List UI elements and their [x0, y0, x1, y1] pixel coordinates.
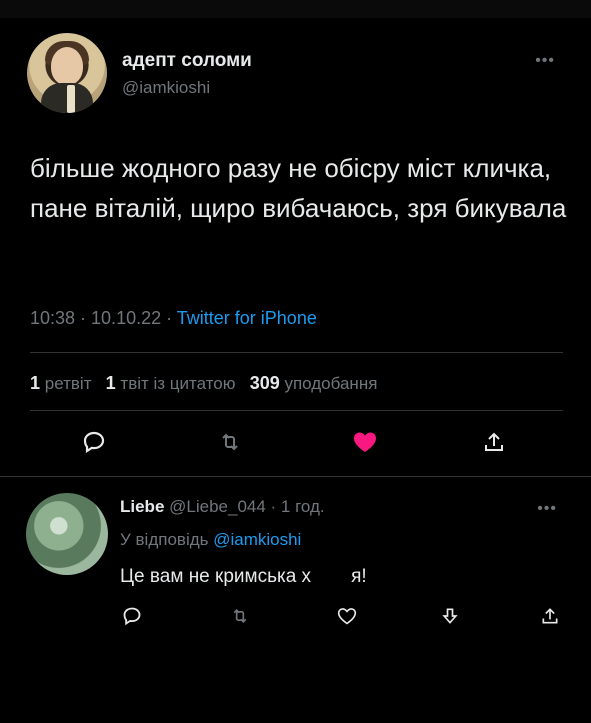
reply-to-line: У відповідь @iamkioshi [120, 530, 302, 549]
tweet-stats: 1 ретвіт 1 твіт із цитатою 309 уподобанн… [30, 373, 377, 394]
reply-mention-link[interactable]: @iamkioshi [213, 530, 301, 549]
more-icon[interactable]: ••• [537, 500, 557, 518]
tweet-meta: 10:38 · 10.10.22 · Twitter for iPhone [30, 308, 317, 329]
likes-stat[interactable]: 309 уподобання [250, 373, 378, 393]
retweets-stat[interactable]: 1 ретвіт [30, 373, 91, 393]
author-avatar[interactable] [27, 33, 107, 113]
reply-handle-time: @Liebe_044 · 1 год. [169, 497, 325, 516]
author-display-name[interactable]: адепт соломи [122, 50, 252, 72]
reply-author-avatar[interactable] [26, 493, 108, 575]
downvote-icon[interactable] [440, 606, 460, 626]
divider [30, 352, 563, 353]
divider [30, 410, 563, 411]
retweet-icon[interactable] [230, 606, 250, 626]
reply-icon[interactable] [122, 606, 142, 626]
redacted-blank [311, 567, 352, 586]
retweet-icon[interactable] [218, 430, 242, 454]
share-icon[interactable] [540, 606, 560, 626]
reply-icon[interactable] [82, 430, 106, 454]
heart-icon[interactable] [352, 430, 376, 454]
share-icon[interactable] [482, 430, 506, 454]
heart-icon[interactable] [336, 606, 357, 626]
tweet-text: більше жодного разу не обісру міст кличк… [30, 153, 567, 223]
tweet-time: 10:38 · 10.10.22 · [30, 308, 177, 328]
quotes-stat[interactable]: 1 твіт із цитатою [106, 373, 236, 393]
top-strip [0, 0, 591, 18]
reply-text: Це вам не кримська х я! [120, 566, 367, 587]
more-icon[interactable]: ••• [535, 52, 555, 70]
divider [0, 476, 591, 477]
reply-display-name[interactable]: Liebe [120, 497, 164, 516]
reply-author[interactable]: Liebe @Liebe_044 · 1 год. [120, 497, 325, 517]
tweet-source-link[interactable]: Twitter for iPhone [177, 308, 317, 328]
author-handle[interactable]: @iamkioshi [122, 78, 210, 98]
